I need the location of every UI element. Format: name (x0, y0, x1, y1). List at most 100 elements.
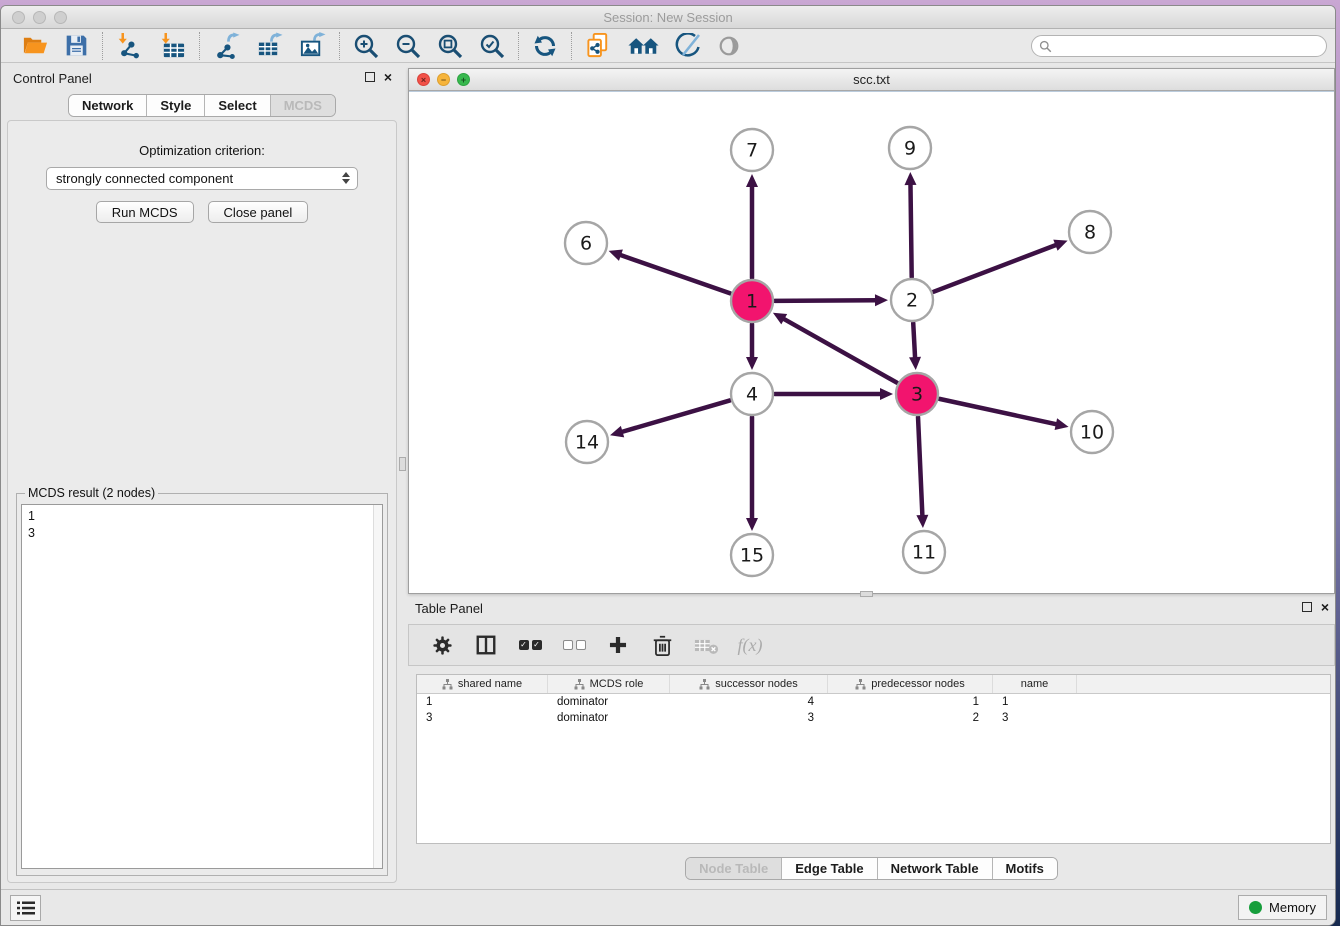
search-input[interactable] (1057, 37, 1326, 55)
export-table-button[interactable] (248, 31, 291, 61)
task-history-button[interactable] (10, 895, 41, 921)
vertical-splitter-handle[interactable] (399, 457, 406, 471)
table-cell[interactable]: 4 (670, 694, 828, 710)
table-cell[interactable]: 1 (828, 694, 993, 710)
graph-edge-arrowhead (909, 357, 921, 370)
table-cell[interactable]: dominator (548, 710, 670, 726)
graph-edge-arrowhead (746, 174, 758, 187)
tab-node-table[interactable]: Node Table (686, 858, 782, 879)
horizontal-splitter-handle[interactable] (860, 591, 873, 597)
graph-edge-4-14[interactable] (621, 400, 730, 432)
tab-network-table[interactable]: Network Table (878, 858, 993, 879)
table-cell[interactable]: 3 (670, 710, 828, 726)
export-image-button[interactable] (291, 31, 334, 61)
import-table-button[interactable] (151, 31, 194, 61)
control-panel-close-icon[interactable]: × (384, 72, 392, 82)
graph-edge-arrowhead (904, 172, 916, 185)
graph-edge-2-3[interactable] (913, 323, 915, 359)
tab-mcds[interactable]: MCDS (271, 95, 335, 116)
column-header-name[interactable]: name (993, 675, 1077, 693)
style-toggle-button[interactable] (667, 31, 709, 61)
tab-network[interactable]: Network (69, 95, 147, 116)
mcds-result-area[interactable]: 13 (21, 504, 383, 869)
deselect-all-button[interactable] (557, 628, 591, 662)
column-header-label: name (1021, 678, 1049, 690)
graph-edge-1-2[interactable] (775, 300, 877, 301)
column-header-MCDS-role[interactable]: MCDS role (548, 675, 670, 693)
toolbar-separator (199, 32, 200, 60)
mcds-result-line: 1 (28, 508, 376, 525)
graph-edge-3-1[interactable] (782, 318, 896, 383)
graph-node-label-11: 11 (912, 542, 936, 564)
column-header-label: shared name (458, 678, 522, 690)
graph-edge-arrowhead (609, 250, 623, 261)
table-cell[interactable]: 1 (417, 694, 548, 710)
graph-edge-2-8[interactable] (933, 244, 1057, 291)
table-panel-close-icon[interactable]: × (1321, 602, 1329, 612)
hide-graphics-button[interactable] (709, 31, 749, 61)
graph-edge-1-6[interactable] (619, 255, 730, 294)
memory-button[interactable]: Memory (1238, 895, 1327, 920)
delete-table-button (689, 628, 723, 662)
graph-node-label-7: 7 (746, 140, 758, 162)
zoom-out-button[interactable] (387, 31, 429, 61)
close-panel-button[interactable]: Close panel (208, 201, 309, 223)
save-session-button[interactable] (56, 31, 97, 61)
table-cell[interactable]: 2 (828, 710, 993, 726)
table-settings-button[interactable] (425, 628, 459, 662)
import-network-icon (116, 32, 143, 59)
criterion-select[interactable]: strongly connected component (46, 167, 358, 190)
zoom-fit-button[interactable] (429, 31, 471, 61)
optimization-criterion-label: Optimization criterion: (8, 143, 396, 158)
result-scrollbar[interactable] (373, 505, 382, 868)
tab-edge-table[interactable]: Edge Table (782, 858, 877, 879)
column-header-shared-name[interactable]: shared name (417, 675, 548, 693)
reset-view-button[interactable] (620, 31, 667, 61)
select-all-button[interactable]: ✓✓ (513, 628, 547, 662)
network-window-titlebar[interactable]: × − + scc.txt (409, 69, 1334, 91)
column-header-predecessor-nodes[interactable]: predecessor nodes (828, 675, 993, 693)
desktop-background: Session: New Session (0, 0, 1340, 926)
graph-edge-3-11[interactable] (918, 417, 922, 517)
node-table[interactable]: shared name MCDS rolesuccessor nodesprede… (416, 674, 1331, 844)
graph-edge-2-9[interactable] (910, 183, 911, 277)
network-graph[interactable]: 7968124314101511 (409, 92, 1334, 595)
table-row[interactable]: 3dominator323 (417, 710, 1330, 726)
open-session-button[interactable] (13, 31, 56, 61)
network-canvas[interactable]: 7968124314101511 (409, 91, 1334, 593)
run-mcds-button[interactable]: Run MCDS (96, 201, 194, 223)
import-network-button[interactable] (108, 31, 151, 61)
table-cell[interactable]: dominator (548, 694, 670, 710)
show-hide-graphics-icon (717, 34, 741, 58)
delete-column-button[interactable] (645, 628, 679, 662)
window-titlebar[interactable]: Session: New Session (1, 6, 1335, 29)
export-network-button[interactable] (205, 31, 248, 61)
clone-network-button[interactable] (577, 31, 620, 61)
control-panel: Control Panel × NetworkStyleSelectMCDS O… (6, 68, 398, 884)
graph-edge-arrowhead (746, 518, 758, 531)
network-window-title: scc.txt (409, 72, 1334, 87)
tab-style[interactable]: Style (147, 95, 205, 116)
trash-icon (652, 634, 673, 657)
column-header-successor-nodes[interactable]: successor nodes (670, 675, 828, 693)
table-cell[interactable]: 3 (417, 710, 548, 726)
zoom-in-button[interactable] (345, 31, 387, 61)
table-cell[interactable]: 3 (993, 710, 1077, 726)
search-box[interactable] (1031, 35, 1327, 57)
tab-motifs[interactable]: Motifs (993, 858, 1057, 879)
unchecked-boxes-icon (563, 640, 586, 650)
zoom-selected-button[interactable] (471, 31, 513, 61)
show-column-button[interactable] (469, 628, 503, 662)
toolbar-separator (339, 32, 340, 60)
control-panel-float-icon[interactable] (365, 72, 375, 82)
graph-node-label-2: 2 (906, 290, 918, 312)
table-cell[interactable]: 1 (993, 694, 1077, 710)
hierarchy-icon (574, 679, 585, 690)
table-row[interactable]: 1dominator411 (417, 694, 1330, 710)
graph-edge-3-10[interactable] (939, 399, 1057, 425)
tab-select[interactable]: Select (205, 95, 270, 116)
table-panel-float-icon[interactable] (1302, 602, 1312, 612)
create-column-button[interactable] (601, 628, 635, 662)
apply-layout-button[interactable] (524, 31, 566, 61)
delete-table-icon (694, 636, 719, 655)
